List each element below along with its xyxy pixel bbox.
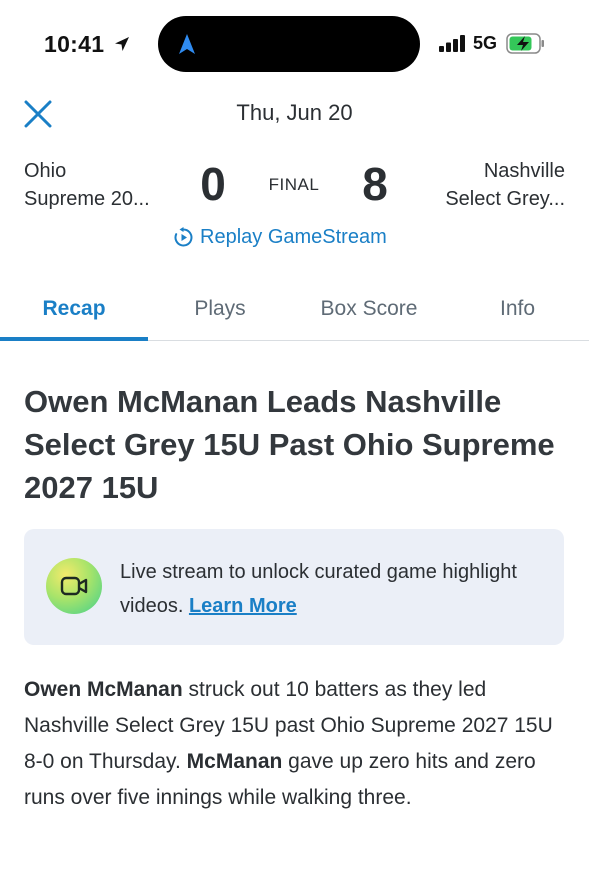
away-team-line1: Nashville (483, 160, 565, 182)
status-time: 10:41 (44, 31, 105, 57)
location-arrow-icon (115, 37, 129, 51)
away-team-name[interactable]: Nashville Select Grey... (405, 157, 565, 213)
tab-bar: Recap Plays Box Score Info (0, 280, 589, 341)
player-name-2: McManan (186, 750, 283, 773)
active-tab-indicator (0, 337, 148, 341)
tab-info[interactable]: Info (446, 280, 589, 340)
dynamic-island (158, 16, 420, 72)
navigation-icon (179, 34, 195, 54)
away-team-score: 8 (362, 158, 388, 210)
replay-gamestream-button[interactable]: Replay GameStream (173, 223, 387, 251)
replay-icon (174, 226, 193, 246)
tab-recap[interactable]: Recap (0, 280, 148, 340)
learn-more-link[interactable]: Learn More (189, 595, 297, 617)
game-date: Thu, Jun 20 (236, 100, 353, 125)
away-team-line2: Select Grey... (445, 188, 565, 210)
tab-plays[interactable]: Plays (148, 280, 292, 340)
home-team-score: 0 (200, 158, 226, 210)
player-name-1: Owen McManan (24, 678, 183, 701)
video-camera-icon (46, 558, 102, 614)
promo-text-block: Live stream to unlock curated game highl… (120, 555, 540, 623)
home-team-name[interactable]: Ohio Supreme 20... (24, 157, 184, 213)
recap-body: Owen McManan struck out 10 batters as th… (24, 672, 574, 816)
livestream-promo-card: Live stream to unlock curated game highl… (24, 529, 564, 645)
battery-charging-icon (506, 33, 544, 54)
tab-box-score[interactable]: Box Score (292, 280, 446, 340)
network-type: 5G (473, 33, 498, 53)
recap-headline: Owen McManan Leads Nashville Select Grey… (24, 384, 555, 505)
status-bar: 10:41 5G (0, 0, 589, 90)
replay-label: Replay GameStream (200, 225, 387, 248)
game-status: FINAL (268, 175, 320, 194)
signal-icon (439, 35, 465, 52)
home-team-line1: Ohio (24, 160, 67, 182)
promo-message: Live stream to unlock curated game highl… (120, 561, 517, 617)
home-team-line2: Supreme 20... (24, 188, 150, 210)
game-recap-screen: 10:41 5G Thu, Jun 20 Ohio Supreme 20... … (0, 0, 589, 874)
